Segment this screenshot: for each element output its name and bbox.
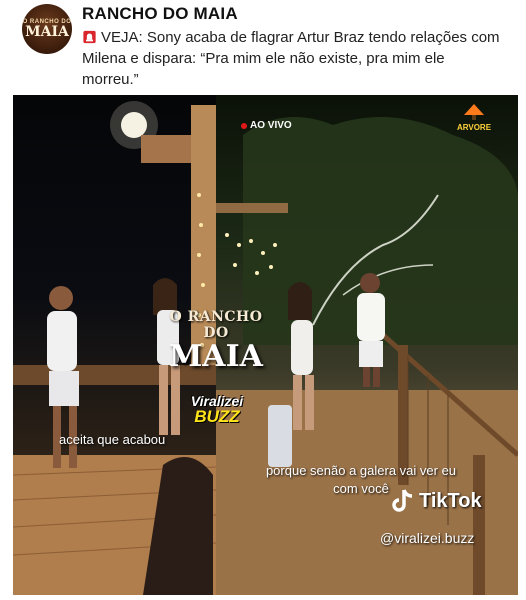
post-header: O RANCHO DO MAIA RANCHO DO MAIA VEJA: So… [0, 0, 526, 96]
watermark-bottom: BUZZ [194, 407, 240, 426]
tree-icon [464, 104, 484, 120]
luggage [268, 405, 292, 467]
center-logo: O RANCHO DO MAIA [158, 295, 274, 375]
center-logo-top: O RANCHO DO [169, 309, 263, 341]
watermark: Viralizei BUZZ [163, 393, 271, 433]
live-badge: AO VIVO [241, 120, 292, 131]
video-player[interactable]: AO VIVO ARVORE O RANCHO DO MAIA Viralize… [13, 95, 518, 595]
tiktok-handle: @viralizei.buzz [380, 530, 475, 546]
center-logo-main: MAIA [169, 339, 263, 374]
avatar[interactable]: O RANCHO DO MAIA [22, 4, 72, 54]
post-text: VEJA: Sony acaba de flagrar Artur Braz t… [82, 27, 502, 90]
live-label: AO VIVO [250, 120, 292, 131]
tiktok-label: TikTok [419, 489, 482, 512]
avatar-text-main: MAIA [25, 24, 69, 40]
tiktok-badge: TikTok [391, 488, 482, 514]
right-roof-beam [216, 203, 288, 213]
subtitle-left: aceita que acabou [59, 432, 166, 447]
post-text-prefix: VEJA: [101, 29, 147, 46]
tiktok-icon [392, 489, 413, 512]
post-author[interactable]: RANCHO DO MAIA [82, 4, 238, 24]
corner-logo: ARVORE [447, 103, 501, 133]
siren-icon [83, 30, 96, 44]
live-dot-icon [241, 122, 247, 129]
corner-logo-text: ARVORE [456, 123, 492, 132]
